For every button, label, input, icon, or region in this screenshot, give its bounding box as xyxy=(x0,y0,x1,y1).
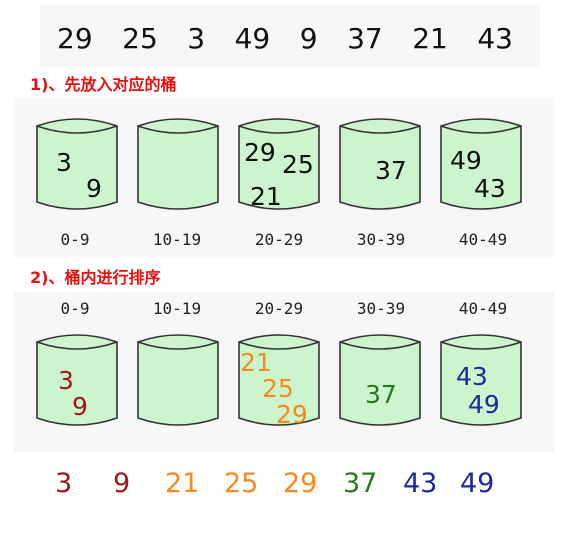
result-number: 3 xyxy=(55,468,73,499)
bucket-10-19 xyxy=(135,112,221,216)
bucket-item: 3 xyxy=(58,366,74,395)
bucket-0-9: 39 xyxy=(34,328,120,432)
bucket-20-29: 29 25 21 xyxy=(236,112,322,216)
bucket-40-49: 49 43 xyxy=(438,112,524,216)
bucket-shape xyxy=(36,118,118,210)
result-number: 21 xyxy=(165,468,200,499)
range-label: 0-9 xyxy=(60,230,90,249)
input-number: 3 xyxy=(187,21,206,55)
bucket-item: 29 xyxy=(276,400,308,429)
bucket-30-39: 37 xyxy=(337,328,423,432)
input-number: 43 xyxy=(477,21,513,55)
bucket-shape xyxy=(137,334,219,426)
range-label: 20-29 xyxy=(254,299,304,318)
step2-range-labels: 0-9 10-19 20-29 30-39 40-49 xyxy=(32,299,532,321)
result-number: 9 xyxy=(113,468,131,499)
bucket-item: 37 xyxy=(375,156,407,185)
bucket-20-29: 21 25 29 xyxy=(236,328,322,432)
result-number: 49 xyxy=(460,468,495,499)
result-number: 37 xyxy=(343,468,378,499)
bucket-item: 43 xyxy=(474,174,506,203)
range-label: 30-39 xyxy=(356,230,406,249)
range-label: 20-29 xyxy=(254,230,304,249)
bucket-40-49: 43 49 xyxy=(438,328,524,432)
step2-title: 2)、桶内进行排序 xyxy=(30,268,161,287)
bucket-10-19 xyxy=(135,328,221,432)
input-number: 37 xyxy=(347,21,383,55)
bucket-item: 37 xyxy=(365,380,397,409)
input-number: 29 xyxy=(57,21,93,55)
range-label: 0-9 xyxy=(60,299,90,318)
range-label: 10-19 xyxy=(152,230,202,249)
input-number: 9 xyxy=(299,21,318,55)
input-number: 21 xyxy=(412,21,448,55)
range-label: 40-49 xyxy=(458,299,508,318)
bucket-item: 3 xyxy=(56,148,72,177)
bucket-0-9: 39 xyxy=(34,112,120,216)
bucket-item: 29 xyxy=(244,138,276,167)
input-number: 49 xyxy=(234,21,271,55)
step1-range-labels: 0-9 10-19 20-29 30-39 40-49 xyxy=(32,230,532,252)
input-sequence: 29 25 3 49 9 37 21 43 xyxy=(55,18,515,58)
bucket-item: 9 xyxy=(86,174,102,203)
bucket-item: 49 xyxy=(468,390,500,419)
result-number: 43 xyxy=(403,468,438,499)
range-label: 40-49 xyxy=(458,230,508,249)
input-number: 25 xyxy=(122,21,158,55)
bucket-item: 25 xyxy=(282,150,314,179)
bucket-30-39: 37 xyxy=(337,112,423,216)
bucket-item: 43 xyxy=(456,362,488,391)
bucket-item: 21 xyxy=(250,182,282,211)
range-label: 30-39 xyxy=(356,299,406,318)
bucket-item: 25 xyxy=(262,374,294,403)
bucket-item: 21 xyxy=(240,348,272,377)
result-number: 29 xyxy=(283,468,318,499)
bucket-item: 49 xyxy=(450,146,482,175)
result-number: 25 xyxy=(224,468,259,499)
sorted-result: 3 9 21 25 29 37 43 49 xyxy=(40,468,520,506)
range-label: 10-19 xyxy=(152,299,202,318)
bucket-item: 9 xyxy=(72,392,88,421)
step1-title: 1)、先放入对应的桶 xyxy=(30,75,177,94)
bucket-shape xyxy=(137,118,219,210)
